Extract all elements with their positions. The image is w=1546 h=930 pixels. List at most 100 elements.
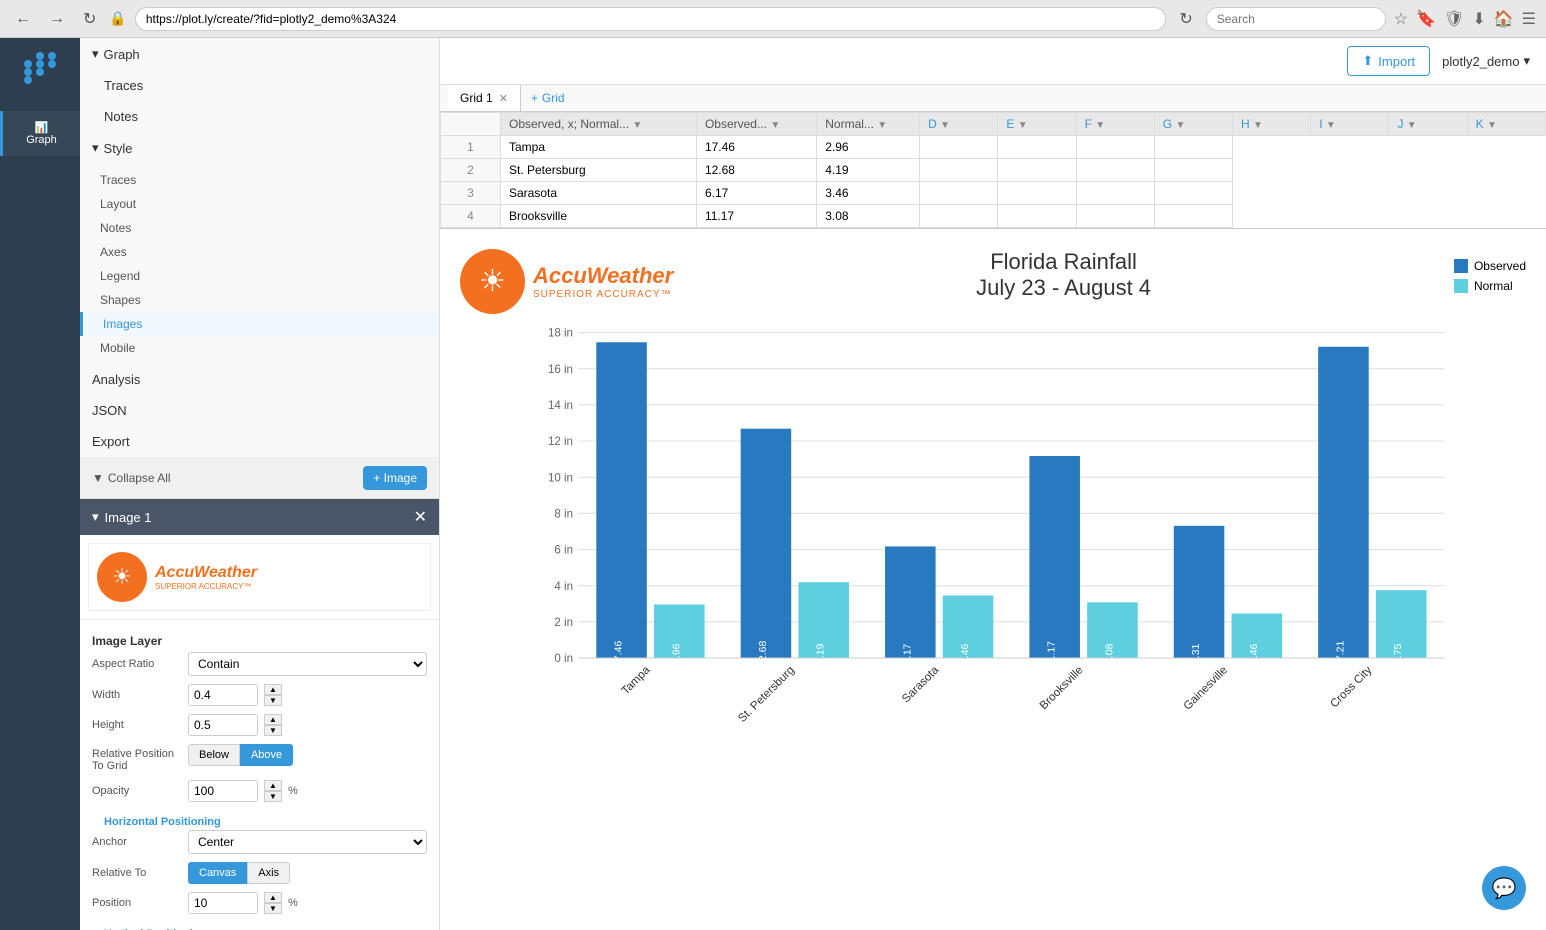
grid-row-num[interactable]: 4	[441, 205, 501, 228]
grid-cell[interactable]: 3.46	[817, 182, 920, 205]
grid-col-d[interactable]: D ▼	[920, 113, 998, 136]
grid-cell[interactable]: 4.19	[817, 159, 920, 182]
grid-cell-empty[interactable]	[1154, 136, 1232, 159]
panel-analysis-item[interactable]: Analysis	[80, 364, 439, 395]
grid-cell-empty[interactable]	[998, 182, 1076, 205]
style-images-item[interactable]: Images	[80, 312, 439, 336]
height-input[interactable]	[188, 714, 258, 736]
grid-col-g[interactable]: G ▼	[1154, 113, 1232, 136]
grid-col-i[interactable]: I ▼	[1311, 113, 1389, 136]
download-icon[interactable]: ⬇	[1472, 9, 1485, 29]
grid-tab-close[interactable]: ✕	[499, 92, 508, 105]
sidebar-item-graph[interactable]: 📊 Graph	[0, 111, 80, 156]
grid-cell-empty[interactable]	[998, 205, 1076, 228]
search-bar[interactable]	[1206, 7, 1386, 31]
grid-row-num[interactable]: 3	[441, 182, 501, 205]
user-menu[interactable]: plotly2_demo ▾	[1442, 53, 1530, 69]
grid-scroll-area[interactable]: Observed, x; Normal... ▼ Observed... ▼ N…	[440, 112, 1546, 228]
style-layout-item[interactable]: Layout	[80, 192, 439, 216]
grid-cell[interactable]: St. Petersburg	[501, 159, 697, 182]
panel-export-item[interactable]: Export	[80, 426, 439, 457]
add-grid-button[interactable]: + Grid	[521, 85, 575, 111]
grid-tab-1[interactable]: Grid 1 ✕	[448, 85, 521, 111]
style-traces-item[interactable]: Traces	[80, 168, 439, 192]
grid-cell-empty[interactable]	[1076, 136, 1154, 159]
opacity-up[interactable]: ▲	[264, 780, 282, 791]
grid-cell-empty[interactable]	[998, 159, 1076, 182]
relative-position-label: Relative Position To Grid	[92, 744, 182, 772]
grid-cell[interactable]: 2.96	[817, 136, 920, 159]
grid-col-f[interactable]: F ▼	[1076, 113, 1154, 136]
style-mobile-item[interactable]: Mobile	[80, 336, 439, 360]
bookmark-icon[interactable]: 🔖	[1416, 9, 1436, 29]
grid-cell-empty[interactable]	[1154, 182, 1232, 205]
grid-col-a[interactable]: Observed, x; Normal... ▼	[501, 113, 697, 136]
grid-cell[interactable]: 11.17	[696, 205, 816, 228]
grid-col-j[interactable]: J ▼	[1389, 113, 1467, 136]
collapse-all-button[interactable]: ▼ Collapse All	[92, 471, 171, 485]
style-legend-item[interactable]: Legend	[80, 264, 439, 288]
grid-cell[interactable]: 17.46	[696, 136, 816, 159]
star-icon[interactable]: ☆	[1394, 9, 1408, 29]
grid-cell-empty[interactable]	[920, 182, 998, 205]
shield-icon[interactable]: 🛡	[1444, 9, 1464, 29]
menu-icon[interactable]: ☰	[1522, 9, 1536, 29]
width-input[interactable]	[188, 684, 258, 706]
style-axes-item[interactable]: Axes	[80, 240, 439, 264]
height-up[interactable]: ▲	[264, 714, 282, 725]
h-axis-button[interactable]: Axis	[247, 862, 290, 884]
grid-cell-empty[interactable]	[998, 136, 1076, 159]
grid-cell-empty[interactable]	[1076, 182, 1154, 205]
height-down[interactable]: ▼	[264, 725, 282, 736]
grid-cell[interactable]: 6.17	[696, 182, 816, 205]
grid-col-h[interactable]: H ▼	[1233, 113, 1311, 136]
style-notes-item[interactable]: Notes	[80, 216, 439, 240]
section-close-button[interactable]: ✕	[414, 507, 427, 527]
h-canvas-button[interactable]: Canvas	[188, 862, 247, 884]
panel-style-item[interactable]: ▾ Style	[80, 132, 439, 164]
h-pos-down[interactable]: ▼	[264, 903, 282, 914]
grid-cell[interactable]: Sarasota	[501, 182, 697, 205]
grid-row-num[interactable]: 2	[441, 159, 501, 182]
h-anchor-select[interactable]: Center	[188, 830, 427, 854]
back-button[interactable]: ←	[10, 8, 36, 30]
above-button[interactable]: Above	[240, 744, 293, 766]
panel-notes-item[interactable]: Notes	[80, 101, 439, 132]
grid-cell[interactable]: Brooksville	[501, 205, 697, 228]
grid-col-b[interactable]: Observed... ▼	[696, 113, 816, 136]
below-button[interactable]: Below	[188, 744, 240, 766]
chat-bubble[interactable]: 💬	[1482, 866, 1526, 910]
panel-graph-item[interactable]: ▾ Graph	[80, 38, 439, 70]
refresh-button[interactable]: ↻	[78, 7, 101, 31]
grid-cell-empty[interactable]	[1076, 205, 1154, 228]
opacity-down[interactable]: ▼	[264, 791, 282, 802]
grid-cell-empty[interactable]	[1154, 159, 1232, 182]
aspect-ratio-select[interactable]: Contain	[188, 652, 427, 676]
forward-button[interactable]: →	[44, 8, 70, 30]
h-position-input[interactable]	[188, 892, 258, 914]
grid-cell-empty[interactable]	[920, 136, 998, 159]
url-bar[interactable]	[135, 7, 1167, 31]
grid-row-num[interactable]: 1	[441, 136, 501, 159]
grid-cell-empty[interactable]	[1076, 159, 1154, 182]
grid-col-k[interactable]: K ▼	[1467, 113, 1545, 136]
panel-traces-item[interactable]: Traces	[80, 70, 439, 101]
grid-cell[interactable]: 3.08	[817, 205, 920, 228]
import-button[interactable]: ⬆ Import	[1347, 46, 1430, 76]
width-down[interactable]: ▼	[264, 695, 282, 706]
grid-cell[interactable]: 12.68	[696, 159, 816, 182]
grid-cell-empty[interactable]	[920, 159, 998, 182]
grid-cell-empty[interactable]	[920, 205, 998, 228]
style-shapes-item[interactable]: Shapes	[80, 288, 439, 312]
grid-cell-empty[interactable]	[1154, 205, 1232, 228]
grid-col-c[interactable]: Normal... ▼	[817, 113, 920, 136]
add-image-button[interactable]: + Image	[363, 466, 427, 490]
opacity-input[interactable]	[188, 780, 258, 802]
panel-json-item[interactable]: JSON	[80, 395, 439, 426]
h-pos-up[interactable]: ▲	[264, 892, 282, 903]
grid-col-e[interactable]: E ▼	[998, 113, 1076, 136]
home-icon[interactable]: 🏠	[1494, 9, 1514, 29]
reload-button[interactable]: ↻	[1174, 7, 1197, 31]
width-up[interactable]: ▲	[264, 684, 282, 695]
grid-cell[interactable]: Tampa	[501, 136, 697, 159]
